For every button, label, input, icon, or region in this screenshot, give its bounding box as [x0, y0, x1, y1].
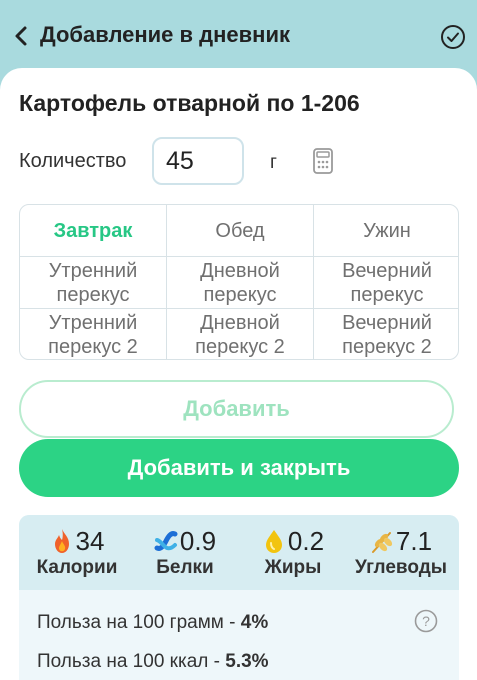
app-header: Добавление в дневник — [0, 0, 477, 70]
nutrient-calories: 34 Калории — [25, 526, 130, 579]
benefit-per-100g-label: Польза на 100 грамм - — [37, 612, 241, 633]
meal-option-evening-snack-2[interactable]: Вечерний перекус 2 — [314, 309, 458, 359]
add-and-close-button[interactable]: Добавить и закрыть — [19, 439, 459, 497]
fat-label: Жиры — [264, 557, 322, 578]
add-button[interactable]: Добавить — [19, 380, 454, 438]
wheat-icon — [371, 532, 393, 553]
svg-text:?: ? — [422, 613, 430, 629]
oil-drop-icon — [265, 530, 282, 553]
header-title: Добавление в дневник — [40, 22, 290, 47]
benefit-per-100g: Польза на 100 грамм - 4% — [37, 612, 268, 634]
unit-label: г — [270, 152, 277, 173]
meal-option-evening-snack[interactable]: Вечерний перекус — [314, 257, 458, 309]
protein-icon — [154, 531, 178, 551]
quantity-input[interactable] — [152, 137, 244, 185]
protein-label: Белки — [156, 557, 214, 578]
meal-option-day-snack[interactable]: Дневной перекус — [167, 257, 314, 309]
meal-option-breakfast[interactable]: Завтрак — [20, 205, 167, 257]
calculator-icon[interactable] — [312, 148, 334, 174]
product-title: Картофель отварной по 1-206 — [19, 90, 360, 116]
chevron-left-icon[interactable] — [10, 24, 34, 48]
nutrient-fat: 0.2 Жиры — [241, 526, 346, 579]
benefit-per-100kcal-label: Польза на 100 ккал - — [37, 651, 226, 672]
fire-icon — [54, 529, 69, 553]
meal-option-morning-snack[interactable]: Утренний перекус — [20, 257, 167, 309]
calories-value: 34 — [75, 525, 105, 556]
meal-option-dinner[interactable]: Ужин — [314, 205, 458, 257]
benefit-per-100g-value: 4% — [240, 612, 269, 633]
meal-selector: Завтрак Обед Ужин Утренний перекус Дневн… — [19, 204, 459, 360]
nutrient-carbs: 7.1 Углеводы — [349, 526, 454, 579]
fat-value: 0.2 — [287, 525, 325, 556]
carbs-label: Углеводы — [355, 557, 447, 578]
calories-label: Калории — [36, 557, 118, 578]
meal-option-morning-snack-2[interactable]: Утренний перекус 2 — [20, 309, 167, 359]
meal-option-lunch[interactable]: Обед — [167, 205, 314, 257]
protein-value: 0.9 — [179, 525, 217, 556]
nutrient-protein: 0.9 Белки — [133, 526, 238, 579]
carbs-value: 7.1 — [395, 525, 433, 556]
meal-option-day-snack-2[interactable]: Дневной перекус 2 — [167, 309, 314, 359]
benefit-per-100kcal-value: 5.3% — [225, 651, 269, 672]
nutrition-summary: 34 Калории 0.9 Белки 0.2 Жиры 7.1 Углево… — [19, 515, 459, 590]
nutrition-panel: 34 Калории 0.9 Белки 0.2 Жиры 7.1 Углево… — [19, 515, 459, 680]
quantity-label: Количество — [19, 150, 127, 172]
benefit-per-100kcal: Польза на 100 ккал - 5.3% — [37, 651, 269, 673]
question-circle-icon[interactable]: ? — [414, 609, 438, 633]
check-circle-icon[interactable] — [440, 24, 466, 50]
